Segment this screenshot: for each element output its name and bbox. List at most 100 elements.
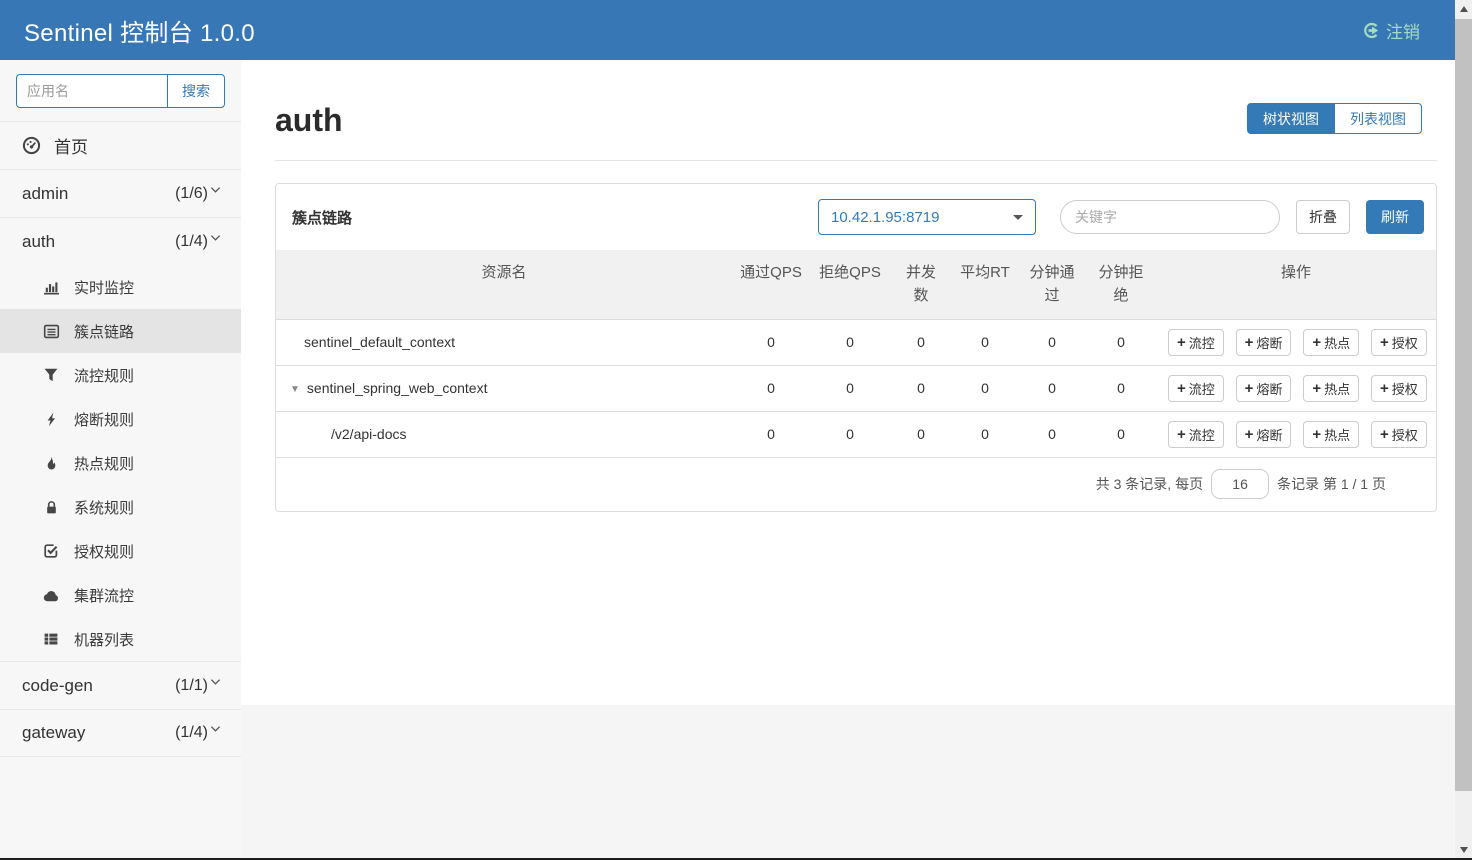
sidebar-item-cluster-link[interactable]: 簇点链路 xyxy=(0,309,241,353)
refresh-button[interactable]: 刷新 xyxy=(1366,200,1424,234)
tree-view-button[interactable]: 树状视图 xyxy=(1247,103,1335,134)
bolt-icon xyxy=(42,411,60,428)
add-flow-rule-button[interactable]: +流控 xyxy=(1168,375,1224,402)
sidebar-item-label: 热点规则 xyxy=(74,453,134,474)
app-label: admin xyxy=(22,184,68,204)
sidebar-item-authority-rules[interactable]: 授权规则 xyxy=(0,529,241,573)
add-degrade-rule-button[interactable]: +熔断 xyxy=(1236,375,1292,402)
plus-icon: + xyxy=(1312,381,1321,396)
col-resource: 资源名 xyxy=(276,250,732,319)
chart-bars-icon xyxy=(42,279,60,296)
app-count: (1/4) xyxy=(175,233,208,251)
triangle-down-icon xyxy=(1460,847,1468,853)
block-qps-value: 0 xyxy=(810,319,890,365)
vertical-scrollbar[interactable] xyxy=(1455,0,1472,858)
add-authority-rule-button[interactable]: +授权 xyxy=(1371,329,1427,356)
collapse-row-icon[interactable]: ▼ xyxy=(290,384,300,395)
sidebar-item-machine-list[interactable]: 机器列表 xyxy=(0,617,241,661)
add-flow-rule-button[interactable]: +流控 xyxy=(1168,329,1224,356)
concurrency-value: 0 xyxy=(890,365,952,411)
table-header-row: 资源名 通过QPS 拒绝QPS 并发数 平均RT 分钟通过 分钟拒绝 操作 xyxy=(276,250,1436,319)
sidebar-item-label: 实时监控 xyxy=(74,277,134,298)
table-row: sentinel_default_context 0 0 0 0 0 0 +流控… xyxy=(276,319,1436,365)
pagination-suffix: 条记录 第 1 / 1 页 xyxy=(1277,474,1386,494)
app-label: auth xyxy=(22,232,55,252)
sidebar-item-cluster-flow[interactable]: 集群流控 xyxy=(0,573,241,617)
avg-rt-value: 0 xyxy=(952,319,1018,365)
block-qps-value: 0 xyxy=(810,365,890,411)
col-avg-rt: 平均RT xyxy=(952,250,1018,319)
chevron-down-icon xyxy=(210,234,221,242)
plus-icon: + xyxy=(1245,335,1254,350)
pass-qps-value: 0 xyxy=(732,319,810,365)
sidebar-item-degrade-rules[interactable]: 熔断规则 xyxy=(0,397,241,441)
col-pass-qps: 通过QPS xyxy=(732,250,810,319)
sidebar-app-code-gen[interactable]: code-gen (1/1) xyxy=(0,661,241,709)
table-row: ▼sentinel_spring_web_context 0 0 0 0 0 0… xyxy=(276,365,1436,411)
add-degrade-rule-button[interactable]: +熔断 xyxy=(1236,329,1292,356)
chevron-down-icon xyxy=(210,678,221,686)
scrollbar-thumb[interactable] xyxy=(1455,19,1472,791)
scroll-down-button[interactable] xyxy=(1455,841,1472,858)
search-button[interactable]: 搜索 xyxy=(167,74,225,108)
table-row: /v2/api-docs 0 0 0 0 0 0 +流控 +熔断 +热点 xyxy=(276,411,1436,457)
minute-block-value: 0 xyxy=(1086,319,1156,365)
sidebar-item-label: 簇点链路 xyxy=(74,321,134,342)
logout-button[interactable]: 注销 xyxy=(1362,18,1420,43)
title-divider xyxy=(275,160,1437,161)
app-title: Sentinel 控制台 1.0.0 xyxy=(24,13,255,48)
col-minute-pass: 分钟通过 xyxy=(1018,250,1086,319)
resource-table: 资源名 通过QPS 拒绝QPS 并发数 平均RT 分钟通过 分钟拒绝 操作 se xyxy=(276,250,1436,458)
add-hotspot-rule-button[interactable]: +热点 xyxy=(1303,421,1359,448)
list-view-button[interactable]: 列表视图 xyxy=(1335,103,1422,134)
filter-icon xyxy=(42,367,60,383)
sidebar-app-auth[interactable]: auth (1/4) xyxy=(0,217,241,265)
chevron-down-icon xyxy=(210,725,221,733)
sidebar-item-flow-rules[interactable]: 流控规则 xyxy=(0,353,241,397)
sign-out-icon xyxy=(1362,21,1381,40)
machine-select[interactable]: 10.42.1.95:8719 xyxy=(818,199,1036,235)
concurrency-value: 0 xyxy=(890,411,952,457)
gauge-icon xyxy=(22,136,41,155)
app-search-input[interactable] xyxy=(16,74,167,108)
sidebar-item-label: 熔断规则 xyxy=(74,409,134,430)
plus-icon: + xyxy=(1177,335,1186,350)
add-authority-rule-button[interactable]: +授权 xyxy=(1371,375,1427,402)
concurrency-value: 0 xyxy=(890,319,952,365)
sidebar-item-label: 集群流控 xyxy=(74,585,134,606)
sidebar-item-hotspot-rules[interactable]: 热点规则 xyxy=(0,441,241,485)
sidebar-item-label: 机器列表 xyxy=(74,629,134,650)
scroll-up-button[interactable] xyxy=(1455,0,1472,17)
page-size-input[interactable] xyxy=(1211,469,1269,499)
add-degrade-rule-button[interactable]: +熔断 xyxy=(1236,421,1292,448)
col-operations: 操作 xyxy=(1156,250,1436,319)
sidebar-app-admin[interactable]: admin (1/6) xyxy=(0,169,241,217)
keyword-input[interactable] xyxy=(1060,200,1280,234)
sidebar-item-label: 流控规则 xyxy=(74,365,134,386)
check-square-icon xyxy=(42,543,60,559)
plus-icon: + xyxy=(1312,335,1321,350)
app-label: gateway xyxy=(22,723,85,743)
pass-qps-value: 0 xyxy=(732,365,810,411)
add-hotspot-rule-button[interactable]: +热点 xyxy=(1303,329,1359,356)
app-label: code-gen xyxy=(22,676,93,696)
pagination-total: 共 3 条记录, 每页 xyxy=(1096,474,1203,494)
minute-pass-value: 0 xyxy=(1018,319,1086,365)
minute-block-value: 0 xyxy=(1086,365,1156,411)
sidebar-item-home[interactable]: 首页 xyxy=(0,121,241,169)
sidebar-app-gateway[interactable]: gateway (1/4) xyxy=(0,709,241,757)
resource-name: /v2/api-docs xyxy=(276,411,732,457)
cluster-link-panel: 簇点链路 10.42.1.95:8719 折叠 刷新 xyxy=(275,183,1437,512)
sidebar-item-realtime-monitor[interactable]: 实时监控 xyxy=(0,265,241,309)
block-qps-value: 0 xyxy=(810,411,890,457)
main-area: auth 树状视图 列表视图 簇点链路 10.42.1.95:8719 折叠 刷… xyxy=(241,60,1472,858)
sidebar-item-label: 系统规则 xyxy=(74,497,134,518)
minute-block-value: 0 xyxy=(1086,411,1156,457)
plus-icon: + xyxy=(1380,427,1389,442)
add-authority-rule-button[interactable]: +授权 xyxy=(1371,421,1427,448)
cloud-icon xyxy=(42,588,60,603)
add-hotspot-rule-button[interactable]: +热点 xyxy=(1303,375,1359,402)
sidebar-item-system-rules[interactable]: 系统规则 xyxy=(0,485,241,529)
collapse-button[interactable]: 折叠 xyxy=(1296,200,1350,234)
add-flow-rule-button[interactable]: +流控 xyxy=(1168,421,1224,448)
